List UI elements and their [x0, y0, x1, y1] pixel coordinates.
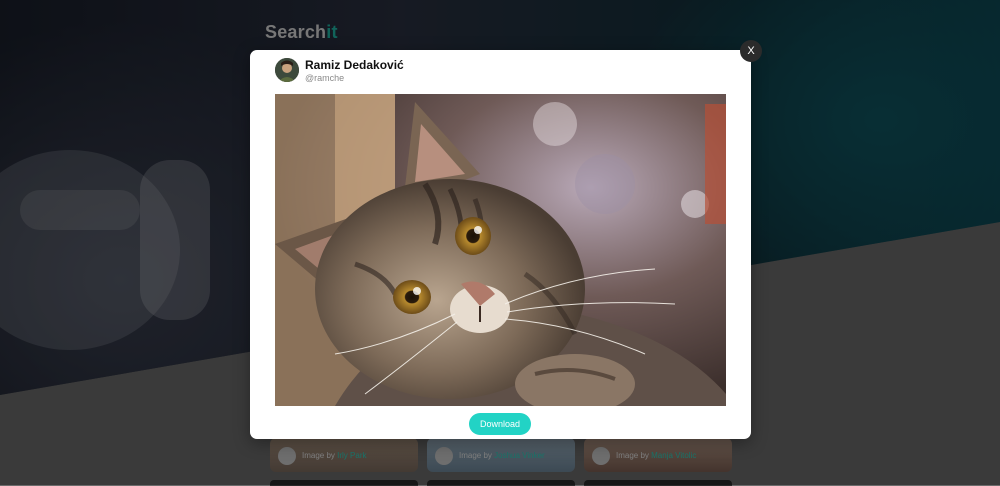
close-button[interactable]: X	[740, 40, 762, 62]
avatar-icon	[275, 58, 299, 82]
author-handle: @ramche	[305, 73, 345, 83]
author-avatar[interactable]	[275, 58, 299, 82]
cat-photo	[275, 94, 726, 406]
download-button[interactable]: Download	[469, 413, 531, 435]
cat-image	[275, 94, 726, 406]
image-modal: Ramiz Dedaković @ramche Download	[250, 50, 751, 439]
author-name[interactable]: Ramiz Dedaković	[305, 58, 404, 72]
